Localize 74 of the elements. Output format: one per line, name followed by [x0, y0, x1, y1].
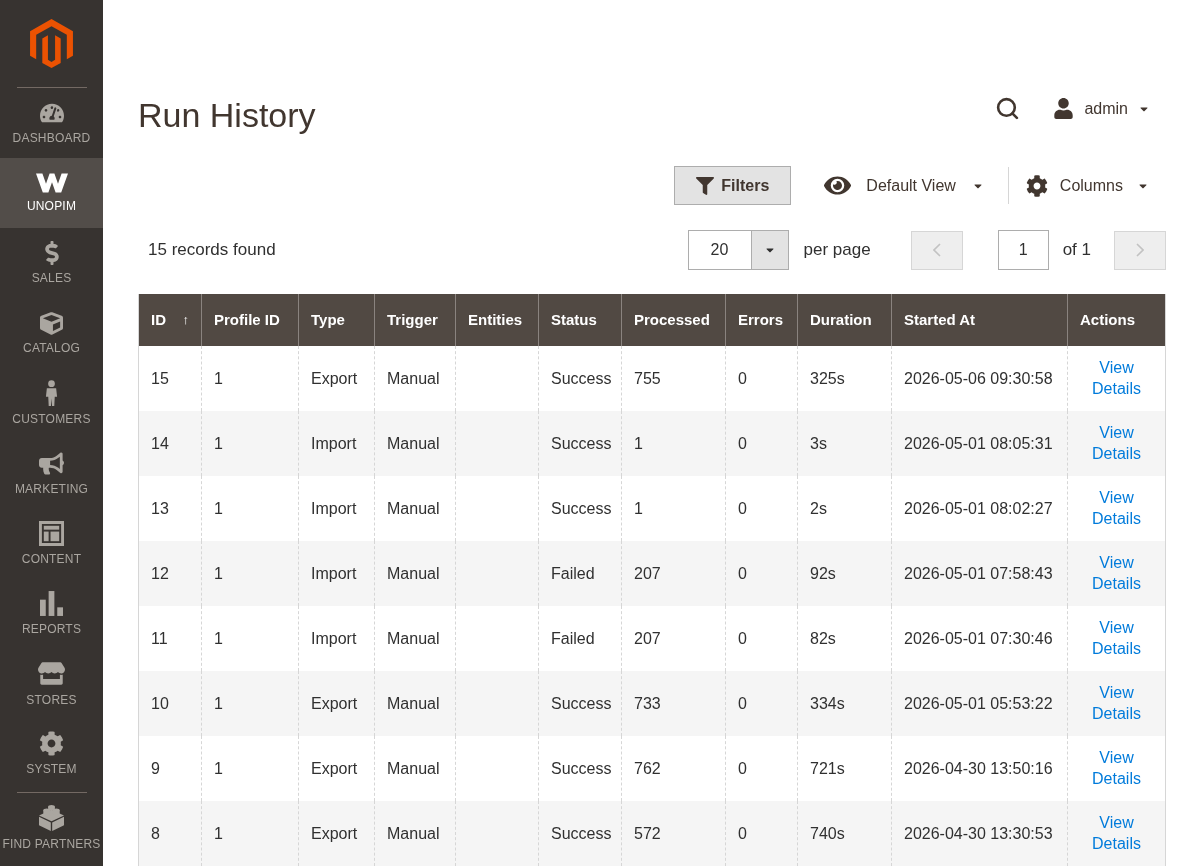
sidebar-item[interactable]: SYSTEM [0, 718, 103, 788]
column-header[interactable]: Duration [797, 294, 892, 346]
view-details-link[interactable]: View Details [1085, 486, 1148, 529]
table-cell: 572 [621, 801, 726, 866]
bar-chart-icon [40, 590, 63, 616]
column-header[interactable]: Started At [891, 294, 1068, 346]
w-mark-icon [35, 173, 68, 193]
sidebar-item[interactable]: REPORTS [0, 578, 103, 648]
per-page-select[interactable]: 20 [687, 230, 789, 270]
view-details-link[interactable]: View Details [1085, 616, 1148, 659]
sort-indicator: ↑ [182, 311, 189, 330]
sidebar-item[interactable]: CATALOG [0, 298, 103, 368]
column-header[interactable]: Entities [455, 294, 539, 346]
table-cell: 12 [138, 541, 202, 606]
column-header[interactable]: Processed [621, 294, 726, 346]
table-cell: 0 [725, 801, 798, 866]
table-cell: Manual [374, 801, 456, 866]
filters-button[interactable]: Filters [674, 166, 792, 205]
gauge-icon [39, 101, 64, 125]
table-cell: 10 [138, 671, 202, 736]
columns-dropdown[interactable]: Columns [1025, 173, 1149, 198]
user-icon [1053, 98, 1075, 119]
gear-icon [1025, 174, 1048, 197]
funnel-icon [696, 176, 715, 195]
table-cell: 11 [138, 606, 202, 671]
table-cell: 14 [138, 411, 202, 476]
view-details-link[interactable]: View Details [1085, 811, 1148, 854]
column-header[interactable]: Trigger [374, 294, 456, 346]
view-details-link[interactable]: View Details [1085, 551, 1148, 594]
table-cell: 15 [138, 346, 202, 411]
sidebar-item[interactable]: FIND PARTNERS [0, 793, 103, 863]
table-cell: Success [538, 801, 622, 866]
table-cell: 1 [201, 801, 299, 866]
column-header[interactable]: Status [538, 294, 622, 346]
view-details-link[interactable]: View Details [1085, 356, 1148, 399]
user-menu-button[interactable]: admin [1053, 96, 1150, 121]
search-icon[interactable] [995, 96, 1021, 121]
gear-icon [39, 730, 64, 756]
table-cell: 13 [138, 476, 202, 541]
page-count: of 1 [1062, 239, 1091, 262]
brick-icon [38, 805, 65, 831]
sidebar-item[interactable]: UNOPIM [0, 158, 103, 228]
megaphone-icon [39, 450, 64, 476]
table-cell: Export [298, 801, 375, 866]
sidebar-item[interactable]: MARKETING [0, 438, 103, 508]
table-cell: 2026-04-30 13:30:53 [891, 801, 1068, 866]
page-input[interactable]: 1 [997, 230, 1049, 270]
page-title: Run History [138, 95, 316, 136]
cube-icon [40, 311, 63, 335]
sidebar-item[interactable]: DASHBOARD [0, 88, 103, 158]
table-cell: 740s [797, 801, 892, 866]
sidebar-item[interactable]: SALES [0, 228, 103, 298]
chevron-right-icon [1136, 243, 1144, 257]
view-details-link[interactable]: View Details [1085, 681, 1148, 724]
layout-icon [39, 520, 64, 546]
storefront-icon [38, 659, 65, 687]
column-header[interactable]: Type [298, 294, 375, 346]
column-header[interactable]: ID ↑ [138, 294, 202, 346]
table-cell: 8 [138, 801, 202, 866]
view-details-link[interactable]: View Details [1085, 421, 1148, 464]
per-page-label: per page [803, 239, 871, 262]
sidebar-item[interactable]: CUSTOMERS [0, 368, 103, 438]
column-header[interactable]: Errors [725, 294, 798, 346]
column-header[interactable]: Profile ID [201, 294, 299, 346]
chevron-left-icon [932, 243, 941, 257]
sidebar-item[interactable]: STORES [0, 648, 103, 718]
hexagon-logo[interactable] [30, 19, 73, 68]
table-cell: 9 [138, 736, 202, 801]
view-details-link[interactable]: View Details [1085, 746, 1148, 789]
sidebar-item[interactable]: CONTENT [0, 508, 103, 578]
records-count: 15 records found [147, 239, 276, 262]
column-header[interactable]: Actions [1067, 294, 1166, 346]
person-icon [45, 380, 58, 406]
view-dropdown[interactable]: Default View [824, 172, 984, 199]
